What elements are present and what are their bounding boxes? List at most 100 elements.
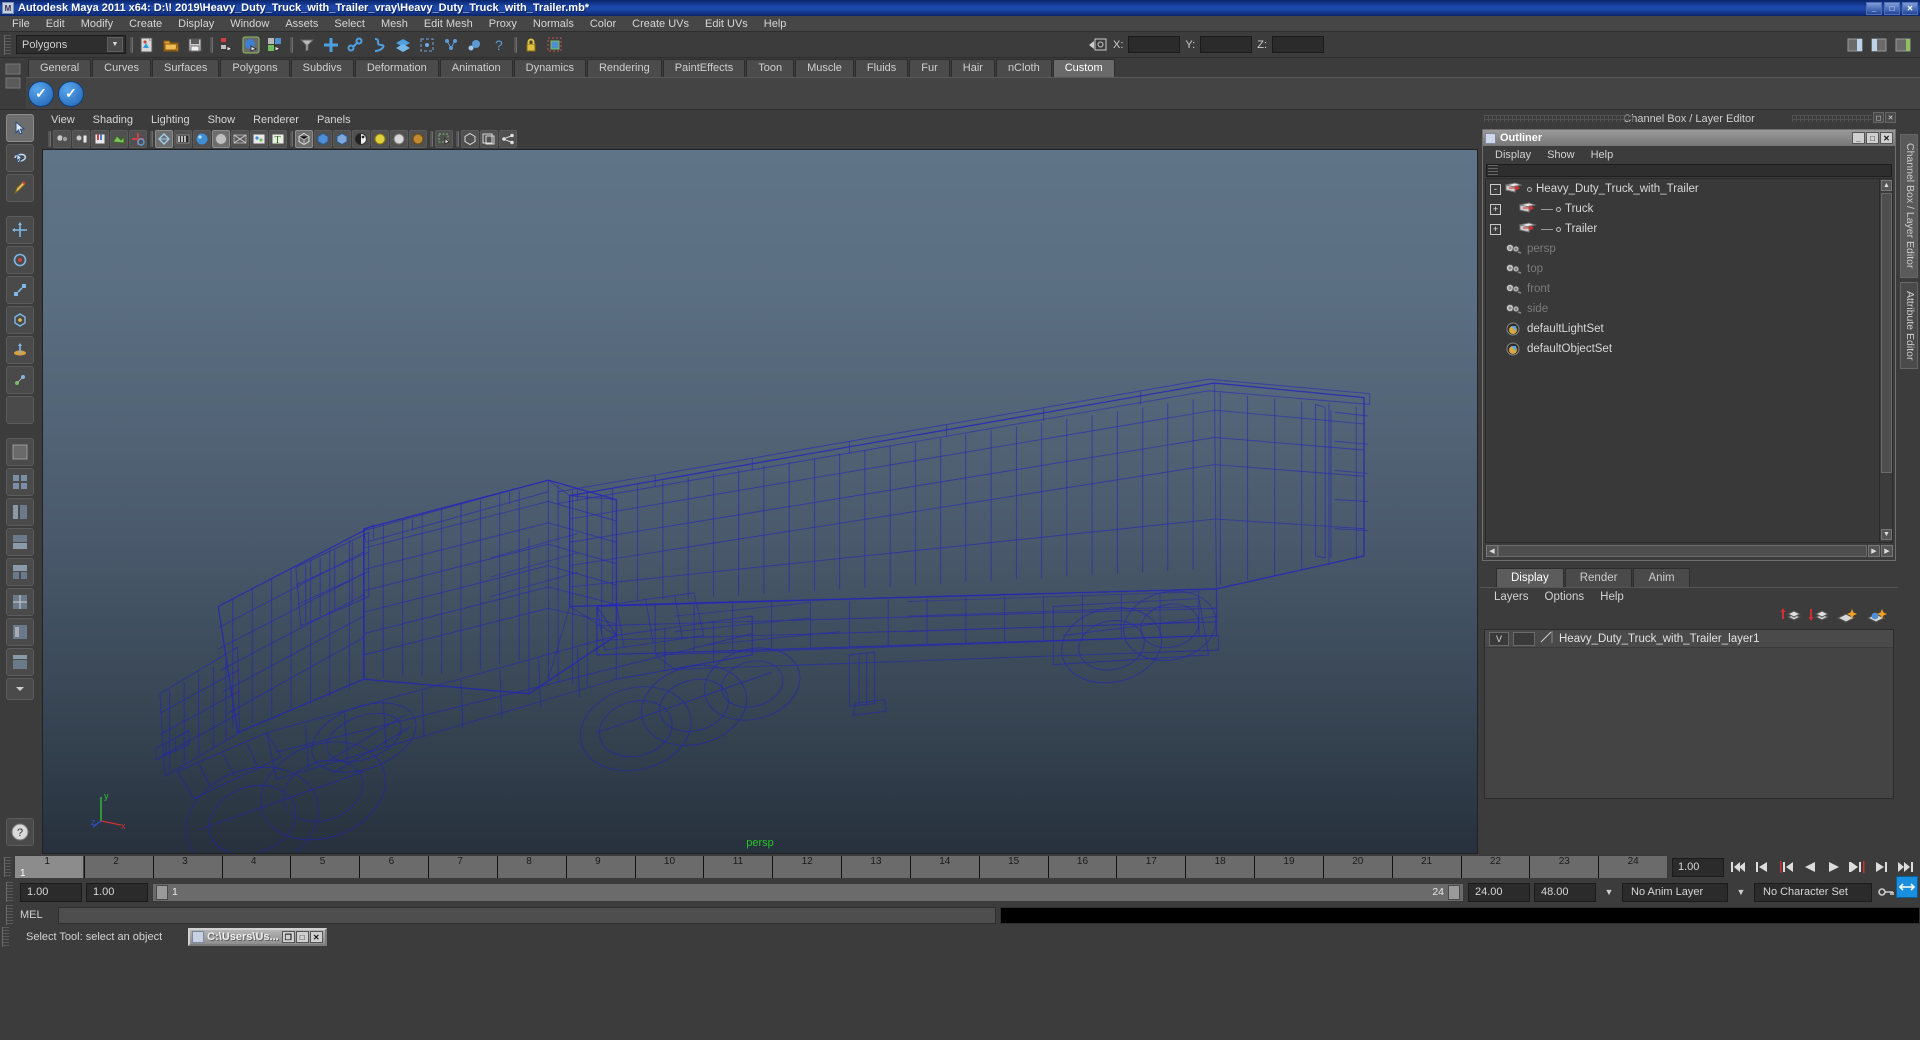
vray-shelf-icon-1[interactable]: ✓ <box>28 80 54 107</box>
shelf-tab-rendering[interactable]: Rendering <box>586 59 662 77</box>
layout-custom-button[interactable] <box>6 678 34 700</box>
time-slider-grip[interactable] <box>4 857 11 877</box>
menu-assets[interactable]: Assets <box>277 16 326 32</box>
smooth-shade-all-icon[interactable] <box>174 129 192 148</box>
hscroll-right-arrow[interactable]: ▶ <box>1868 545 1880 557</box>
display-grid-icon[interactable] <box>461 129 479 148</box>
go-to-start-icon[interactable] <box>1728 857 1748 877</box>
shelf-tab-deformation[interactable]: Deformation <box>354 59 439 77</box>
layer-menu-options[interactable]: Options <box>1537 591 1593 603</box>
animation-end-time-field[interactable]: 48.00 <box>1534 882 1596 902</box>
menu-edit[interactable]: Edit <box>38 16 73 32</box>
image-plane-icon[interactable] <box>110 129 128 148</box>
select-camera-icon[interactable] <box>53 129 71 148</box>
select-by-object-type-button[interactable] <box>240 34 262 56</box>
hscroll-thumb[interactable] <box>1498 545 1867 557</box>
shelf-tab-general[interactable]: General <box>28 59 92 77</box>
anim-layer-dropdown-icon[interactable]: ▼ <box>1600 883 1618 902</box>
shelf-tab-hair[interactable]: Hair <box>950 59 995 77</box>
drag-dots-right[interactable] <box>1792 115 1872 122</box>
play-forwards-icon[interactable] <box>1824 857 1844 877</box>
shelf-editor-icon[interactable] <box>0 58 26 109</box>
lock-icon[interactable] <box>520 34 542 56</box>
outliner-menu-help[interactable]: Help <box>1583 149 1622 161</box>
shelf-tab-fluids[interactable]: Fluids <box>854 59 909 77</box>
menu-mesh[interactable]: Mesh <box>373 16 416 32</box>
menu-help[interactable]: Help <box>756 16 795 32</box>
play-backwards-icon[interactable] <box>1800 857 1820 877</box>
snap-to-point-button[interactable] <box>368 34 390 56</box>
viewport-menu-renderer[interactable]: Renderer <box>244 112 308 128</box>
outliner-minimize-button[interactable]: _ <box>1852 132 1865 144</box>
layer-playback-toggle[interactable] <box>1513 631 1535 646</box>
vray-shelf-icon-2[interactable]: ✓ <box>58 80 84 107</box>
panel-window-buttons[interactable]: ◻ ✕ <box>1873 112 1896 123</box>
layer-editor-tab-anim[interactable]: Anim <box>1633 568 1690 587</box>
two-d-pan-zoom-icon[interactable] <box>129 129 147 148</box>
step-forward-frame-icon[interactable] <box>1848 857 1868 877</box>
high-quality-render-icon[interactable] <box>352 129 370 148</box>
marquee-select-icon[interactable] <box>544 34 566 56</box>
outliner-window-buttons[interactable]: _ □ ✕ <box>1852 132 1893 144</box>
layer-visibility-toggle[interactable]: V <box>1489 631 1509 646</box>
rotate-tool-button[interactable] <box>6 246 34 274</box>
use-selected-lights-icon[interactable] <box>409 129 427 148</box>
flat-shade-icon[interactable] <box>212 129 230 148</box>
outliner-item-truck[interactable]: + Truck <box>1486 199 1892 219</box>
wireframe-on-shaded-icon[interactable] <box>231 129 249 148</box>
anim-layer-selector[interactable]: No Anim Layer <box>1622 882 1728 902</box>
range-right-handle[interactable] <box>1448 884 1460 900</box>
taskbar-window-button[interactable]: C:\Users\Us... ❐ □ ✕ <box>188 928 327 946</box>
help-question-icon[interactable]: ? <box>488 34 510 56</box>
playback-end-time-field[interactable]: 24.00 <box>1468 882 1530 902</box>
outliner-item-front[interactable]: front <box>1486 279 1892 299</box>
character-set-selector[interactable]: No Character Set <box>1754 882 1872 902</box>
outliner-menu-display[interactable]: Display <box>1487 149 1539 161</box>
move-layer-up-icon[interactable] <box>1780 607 1802 625</box>
taskbar-close-button[interactable]: ✕ <box>309 931 323 943</box>
xray-shading-icon[interactable] <box>295 129 313 148</box>
minimize-button[interactable]: _ <box>1866 1 1882 15</box>
menu-color[interactable]: Color <box>582 16 624 32</box>
layout-persp-uv-button[interactable] <box>6 588 34 616</box>
shelf-tab-fur[interactable]: Fur <box>909 59 950 77</box>
viewport-menu-show[interactable]: Show <box>199 112 245 128</box>
menu-modify[interactable]: Modify <box>73 16 121 32</box>
use-all-lights-icon[interactable] <box>390 129 408 148</box>
taskbar-maximize-button[interactable]: □ <box>295 931 309 943</box>
time-slider[interactable]: 1 1 2 3 4 5 6 7 8 9 10 11 12 13 14 15 16 17 18 19 20 21 22 23 2… <box>14 855 1668 879</box>
outliner-item-heavy-duty-truck-with-trailer[interactable]: - Heavy_Duty_Truck_with_Trailer <box>1486 179 1892 199</box>
show-hide-attribute-editor-button[interactable] <box>1844 34 1866 56</box>
snap-to-grid-button[interactable] <box>320 34 342 56</box>
taskbar-restore-button[interactable]: ❐ <box>281 931 295 943</box>
range-slider-grip[interactable] <box>6 882 13 902</box>
step-back-frame-icon[interactable] <box>1776 857 1796 877</box>
wireframe-shading-icon[interactable] <box>155 129 173 148</box>
panel-float-button[interactable]: ◻ <box>1873 112 1884 123</box>
truck-wireframe-model[interactable] <box>43 150 1477 853</box>
show-hide-channel-box-button[interactable] <box>1892 34 1914 56</box>
layout-single-perspective-button[interactable] <box>6 438 34 466</box>
menu-set-selector[interactable]: Polygons ▼ <box>16 35 126 54</box>
hscroll-right-arrow-2[interactable]: ▶ <box>1881 545 1893 557</box>
collapse-icon[interactable]: - <box>1490 183 1501 195</box>
hardware-lighting-text-icon[interactable]: T <box>269 129 287 148</box>
layer-editor-tab-display[interactable]: Display <box>1496 568 1564 587</box>
lasso-select-tool-button[interactable] <box>6 144 34 172</box>
window-controls[interactable]: _ □ ✕ <box>1866 1 1920 15</box>
expand-icon[interactable]: + <box>1490 223 1501 235</box>
show-hide-tool-settings-button[interactable] <box>1868 34 1890 56</box>
taskbar-window-controls[interactable]: ❐ □ ✕ <box>281 931 323 943</box>
right-tab-channel-box-layer-editor[interactable]: Channel Box / Layer Editor <box>1900 134 1918 278</box>
menu-display[interactable]: Display <box>170 16 222 32</box>
shelf-tab-custom[interactable]: Custom <box>1052 59 1115 77</box>
shelf-tab-curves[interactable]: Curves <box>92 59 151 77</box>
layer-row[interactable]: V Heavy_Duty_Truck_with_Trailer_layer1 <box>1485 630 1893 648</box>
layout-hypershade-persp-button[interactable] <box>6 558 34 586</box>
new-layer-from-selected-icon[interactable] <box>1866 607 1890 625</box>
hardware-texturing-icon[interactable] <box>250 129 268 148</box>
snap-to-curve-button[interactable] <box>344 34 366 56</box>
menu-create-uvs[interactable]: Create UVs <box>624 16 697 32</box>
outliner-item-side[interactable]: side <box>1486 299 1892 319</box>
snap-to-view-plane-button[interactable] <box>392 34 414 56</box>
